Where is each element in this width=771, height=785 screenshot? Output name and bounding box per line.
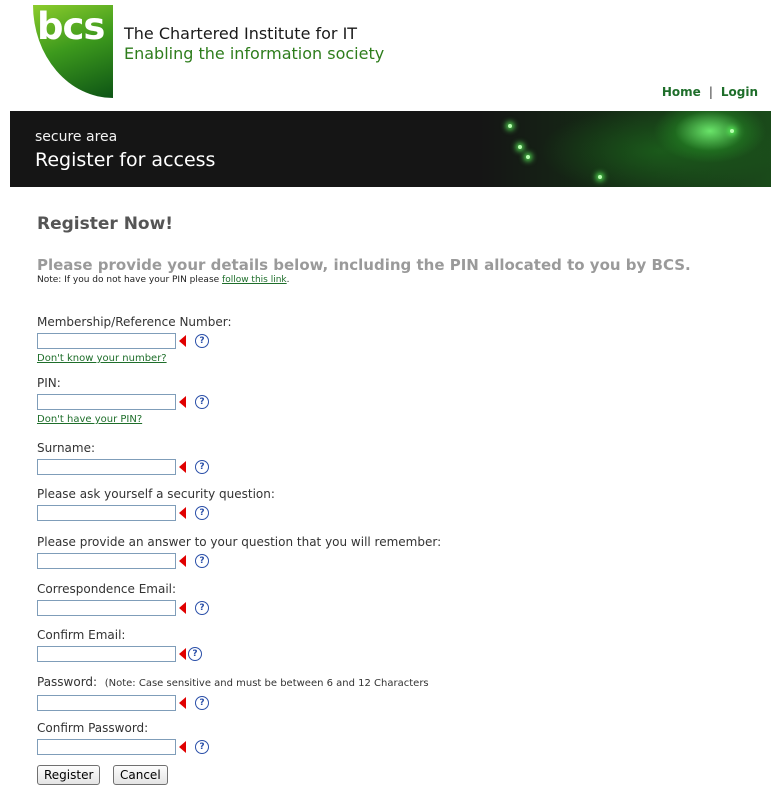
field-security-answer: Please provide an answer to your questio… (37, 535, 441, 570)
section-banner: secure area Register for access (10, 111, 771, 187)
pin-note: Note: If you do not have your PIN please… (37, 275, 757, 285)
surname-input[interactable] (37, 459, 176, 475)
security-answer-input[interactable] (37, 553, 176, 569)
required-marker-icon (179, 461, 186, 473)
help-icon[interactable]: ? (188, 647, 202, 661)
security-question-input[interactable] (37, 505, 176, 521)
field-confirm-password: Confirm Password: ? (37, 721, 209, 756)
help-icon[interactable]: ? (195, 460, 209, 474)
field-correspondence-email: Correspondence Email: ? (37, 582, 209, 617)
required-marker-icon (179, 507, 186, 519)
page-title: Register Now! (37, 214, 174, 234)
dont-have-pin-link[interactable]: Don't have your PIN? (37, 414, 209, 425)
field-surname: Surname: ? (37, 441, 209, 476)
help-icon[interactable]: ? (195, 740, 209, 754)
field-confirm-email: Confirm Email: ? (37, 628, 202, 663)
nav-separator: | (708, 85, 713, 99)
field-pin: PIN: ? Don't have your PIN? (37, 376, 209, 425)
dont-know-number-link[interactable]: Don't know your number? (37, 353, 232, 364)
main-content: Register Now! Please provide your detail… (37, 214, 757, 285)
pin-label: PIN: (37, 376, 61, 390)
tagline-subtitle: Enabling the information society (124, 44, 385, 63)
top-nav: Home | Login (662, 85, 758, 99)
membership-number-input[interactable] (37, 333, 176, 349)
help-icon[interactable]: ? (195, 395, 209, 409)
required-marker-icon (179, 697, 186, 709)
intro-text: Please provide your details below, inclu… (37, 256, 691, 274)
password-label: Password: (Note: Case sensitive and must… (37, 675, 429, 691)
surname-label: Surname: (37, 441, 96, 455)
field-security-question: Please ask yourself a security question:… (37, 487, 275, 522)
help-icon[interactable]: ? (195, 334, 209, 348)
confirm-email-label: Confirm Email: (37, 628, 126, 642)
correspondence-email-label: Correspondence Email: (37, 582, 177, 596)
confirm-password-label: Confirm Password: (37, 721, 149, 735)
logo-text: bcs (37, 5, 105, 48)
required-marker-icon (179, 396, 186, 408)
password-label-text: Password: (37, 675, 98, 689)
password-rules-note: (Note: Case sensitive and must be betwee… (104, 678, 429, 689)
banner-title: Register for access (35, 149, 216, 171)
required-marker-icon (179, 741, 186, 753)
home-link[interactable]: Home (662, 85, 701, 99)
login-link[interactable]: Login (721, 85, 758, 99)
register-button[interactable]: Register (37, 765, 101, 785)
help-icon[interactable]: ? (195, 554, 209, 568)
field-password: Password: (Note: Case sensitive and must… (37, 675, 429, 712)
required-marker-icon (179, 602, 186, 614)
bcs-logo[interactable]: bcs (33, 5, 113, 98)
required-marker-icon (179, 335, 186, 347)
security-answer-label: Please provide an answer to your questio… (37, 535, 442, 549)
help-icon[interactable]: ? (195, 696, 209, 710)
pin-note-end: . (286, 275, 290, 285)
pin-input[interactable] (37, 394, 176, 410)
follow-this-link[interactable]: follow this link (222, 275, 287, 285)
confirm-password-input[interactable] (37, 739, 176, 755)
banner-light-effect (480, 111, 771, 187)
required-marker-icon (179, 555, 186, 567)
tagline-title: The Chartered Institute for IT (124, 24, 358, 43)
correspondence-email-input[interactable] (37, 600, 176, 616)
confirm-email-input[interactable] (37, 646, 176, 662)
membership-number-label: Membership/Reference Number: (37, 315, 232, 329)
help-icon[interactable]: ? (195, 506, 209, 520)
pin-note-text: Note: If you do not have your PIN please (37, 275, 223, 285)
field-membership-number: Membership/Reference Number: ? Don't kno… (37, 315, 232, 364)
help-icon[interactable]: ? (195, 601, 209, 615)
cancel-button[interactable]: Cancel (113, 765, 168, 785)
security-question-label: Please ask yourself a security question: (37, 487, 275, 501)
required-marker-icon (179, 648, 186, 660)
password-input[interactable] (37, 695, 176, 711)
banner-section-label: secure area (35, 129, 118, 145)
